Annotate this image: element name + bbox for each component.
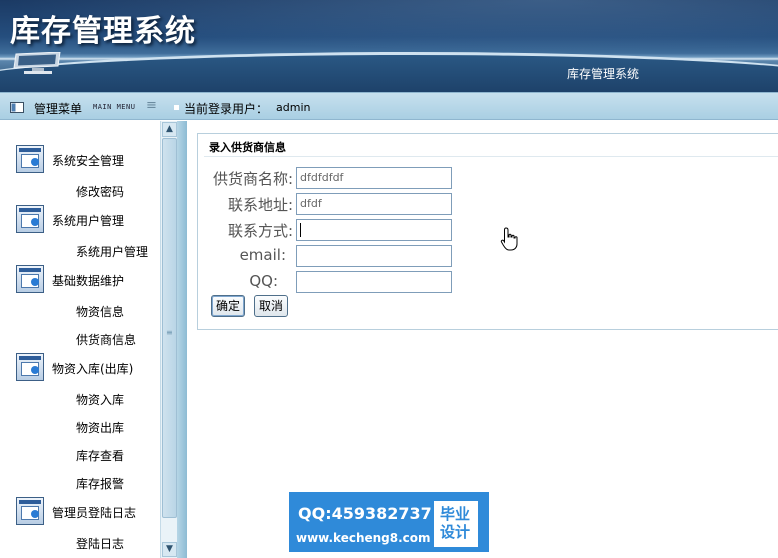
bullet-icon bbox=[174, 105, 179, 110]
scroll-down-icon[interactable]: ▼ bbox=[162, 542, 177, 557]
qq-label: QQ: bbox=[249, 272, 278, 290]
sidebar-group-label: 管理员登陆日志 bbox=[52, 506, 137, 520]
sidebar-item-stock-view[interactable]: 库存查看 bbox=[76, 447, 124, 464]
supplier-name-input[interactable]: dfdfdfdf bbox=[296, 167, 452, 189]
app-window-icon bbox=[16, 145, 44, 173]
app-window-icon bbox=[16, 265, 44, 293]
text-caret bbox=[300, 223, 301, 237]
sidebar-group-label: 基础数据维护 bbox=[52, 274, 125, 288]
watermark-badge-line1: 毕业 bbox=[440, 505, 471, 523]
scroll-up-icon[interactable]: ▲ bbox=[162, 122, 177, 137]
current-user-label: 当前登录用户： bbox=[184, 102, 269, 116]
hand-cursor-icon bbox=[500, 227, 518, 251]
header-subtitle: 库存管理系统 bbox=[567, 67, 640, 81]
app-window-icon bbox=[16, 205, 44, 233]
submit-button[interactable]: 确定 bbox=[211, 295, 246, 317]
app-window-icon bbox=[16, 353, 44, 381]
sidebar-group-label: 物资入库(出库) bbox=[52, 362, 134, 376]
sidebar-item-stock-out[interactable]: 物资出库 bbox=[76, 419, 124, 436]
sidebar-group-login-log[interactable]: 管理员登陆日志 bbox=[0, 497, 160, 527]
cancel-button[interactable]: 取消 bbox=[254, 295, 289, 317]
monitor-icon bbox=[13, 52, 61, 74]
sidebar-item-login-log[interactable]: 登陆日志 bbox=[76, 535, 124, 552]
watermark-badge: 毕业 设计 bbox=[434, 501, 478, 547]
sidebar-group-stock-io[interactable]: 物资入库(出库) bbox=[0, 353, 160, 383]
form-divider bbox=[204, 156, 778, 157]
contact-input[interactable] bbox=[296, 219, 452, 241]
menu-title: 管理菜单 bbox=[34, 102, 83, 116]
supplier-form: 录入供货商信息 供货商名称: dfdfdfdf 联系地址: dfdf 联系方式:… bbox=[197, 133, 778, 330]
watermark-badge-line2: 设计 bbox=[440, 523, 471, 541]
current-user-name: admin bbox=[276, 101, 311, 114]
menu-panel-icon bbox=[10, 102, 24, 113]
scroll-thumb[interactable]: ≡ bbox=[162, 138, 177, 518]
sidebar-divider[interactable] bbox=[177, 121, 187, 558]
qq-input[interactable] bbox=[296, 271, 452, 293]
sidebar-item-suppliers[interactable]: 供货商信息 bbox=[76, 331, 136, 348]
header-curve bbox=[0, 52, 778, 92]
address-input[interactable]: dfdf bbox=[296, 193, 452, 215]
app-title: 库存管理系统 bbox=[10, 14, 196, 49]
toolbar: 管理菜单 MAIN MENU ≡ 当前登录用户： admin bbox=[0, 92, 778, 120]
app-window-icon bbox=[16, 497, 44, 525]
sidebar-scrollbar[interactable]: ▲ ≡ ▼ bbox=[160, 121, 177, 558]
email-label: email: bbox=[239, 246, 286, 264]
watermark-banner: QQ:459382737 www.kecheng8.com 毕业 设计 bbox=[289, 492, 489, 552]
address-label: 联系地址: bbox=[227, 196, 293, 214]
grip-icon: ≡ bbox=[166, 328, 173, 337]
sidebar-group-label: 系统安全管理 bbox=[52, 154, 125, 168]
email-input[interactable] bbox=[296, 245, 452, 267]
watermark-qq: QQ:459382737 bbox=[298, 504, 432, 523]
contact-label: 联系方式: bbox=[227, 222, 293, 240]
sidebar-item-stock-in[interactable]: 物资入库 bbox=[76, 391, 124, 408]
menu-subtitle: MAIN MENU bbox=[93, 103, 136, 111]
sidebar-menu: 系统安全管理 修改密码 系统用户管理 系统用户管理 基础数据维护 物资信息 供货… bbox=[0, 121, 177, 558]
form-title: 录入供货商信息 bbox=[209, 141, 286, 154]
sidebar-item-materials[interactable]: 物资信息 bbox=[76, 303, 124, 320]
sidebar-group-security[interactable]: 系统安全管理 bbox=[0, 145, 160, 175]
menu-collapse-icon[interactable]: ≡ bbox=[146, 99, 157, 112]
sidebar-item-stock-alert[interactable]: 库存报警 bbox=[76, 475, 124, 492]
sidebar-item-system-users[interactable]: 系统用户管理 bbox=[76, 243, 148, 260]
supplier-name-label: 供货商名称: bbox=[212, 170, 293, 188]
sidebar-group-label: 系统用户管理 bbox=[52, 214, 125, 228]
app-header: 库存管理系统 库存管理系统 bbox=[0, 0, 778, 92]
watermark-url: www.kecheng8.com bbox=[296, 531, 431, 545]
sidebar-group-users[interactable]: 系统用户管理 bbox=[0, 205, 160, 235]
sidebar-group-base-data[interactable]: 基础数据维护 bbox=[0, 265, 160, 295]
sidebar-item-change-password[interactable]: 修改密码 bbox=[76, 183, 124, 200]
